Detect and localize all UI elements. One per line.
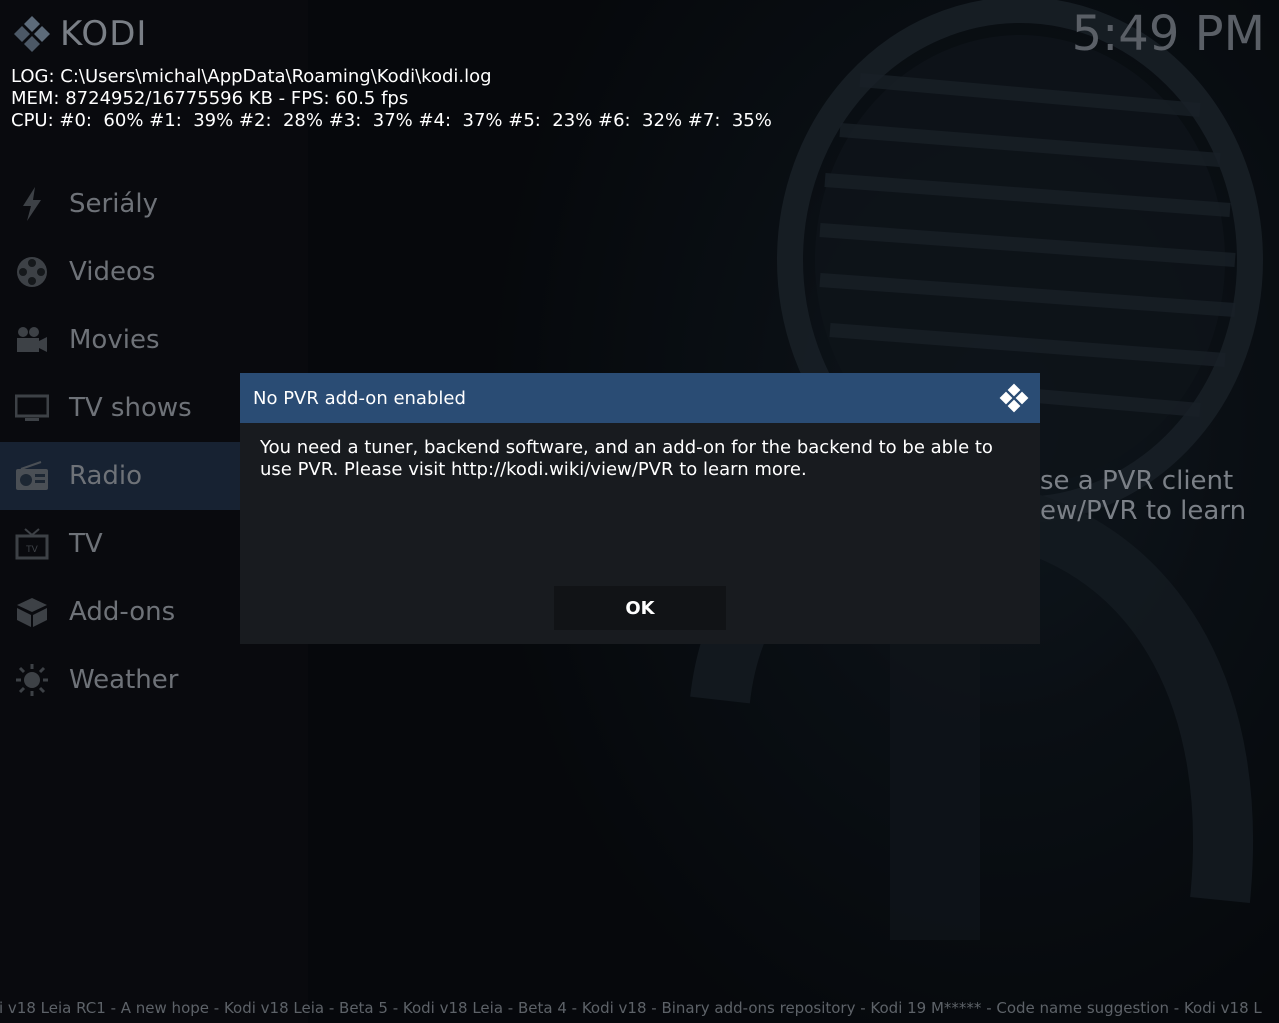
sun-icon [14,662,50,698]
debug-overlay: LOG: C:\Users\michal\AppData\Roaming\Kod… [11,66,772,132]
monitor-icon [14,390,50,426]
background-message: se a PVR client ew/PVR to learn [1040,466,1246,526]
ok-button[interactable]: OK [554,586,726,630]
ticker-text: i v18 Leia RC1 - A new hope - Kodi v18 L… [0,999,1262,1017]
sidebar-item-serialy[interactable]: Seriály [0,170,308,238]
sidebar-item-weather[interactable]: Weather [0,646,308,714]
lightning-icon [14,186,50,222]
sidebar-item-label: Seriály [69,189,158,219]
pvr-dialog: No PVR add-on enabled You need a tuner, … [240,373,1040,644]
kodi-logo-icon [14,16,50,52]
news-ticker: i v18 Leia RC1 - A new hope - Kodi v18 L… [0,999,1279,1019]
svg-text:TV: TV [25,545,38,555]
tv-icon: TV [14,526,50,562]
camera-icon [14,322,50,358]
dialog-message: You need a tuner, backend software, and … [260,437,993,480]
sidebar-item-label: Add-ons [69,597,176,627]
sidebar-item-label: Weather [69,665,179,695]
radio-icon [14,458,50,494]
kodi-logo: KODI [12,14,147,54]
logo-text: KODI [60,14,148,54]
sidebar-item-label: Movies [69,325,160,355]
debug-log-line: LOG: C:\Users\michal\AppData\Roaming\Kod… [11,66,492,87]
background-message-line: ew/PVR to learn [1040,496,1247,526]
sidebar-item-label: Radio [69,461,143,491]
sidebar-item-videos[interactable]: Videos [0,238,308,306]
dialog-header: No PVR add-on enabled [240,373,1040,423]
sidebar-item-label: TV [69,529,103,559]
background-message-line: se a PVR client [1040,466,1234,496]
box-icon [14,594,50,630]
debug-cpu-line: CPU: #0: 60% #1: 39% #2: 28% #3: 37% #4:… [11,110,772,131]
debug-mem-line: MEM: 8724952/16775596 KB - FPS: 60.5 fps [11,88,409,109]
sidebar-item-label: Videos [69,257,156,287]
clock: 5:49 PM [1071,6,1265,62]
sidebar-item-label: TV shows [69,393,192,423]
sidebar-item-movies[interactable]: Movies [0,306,308,374]
dialog-title: No PVR add-on enabled [253,387,466,409]
kodi-logo-icon [999,383,1029,413]
film-reel-icon [14,254,50,290]
